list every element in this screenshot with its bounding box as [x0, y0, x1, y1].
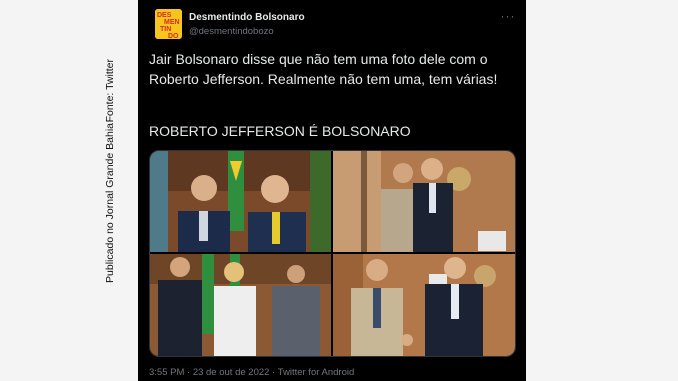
- photo-3[interactable]: [150, 254, 331, 356]
- more-options-icon[interactable]: ···: [500, 10, 516, 24]
- author-name[interactable]: Desmentindo Bolsonaro: [189, 12, 305, 23]
- avatar-text-3: TIN: [160, 26, 171, 33]
- photo-4-image: [333, 254, 515, 356]
- photo-1[interactable]: [150, 151, 331, 252]
- photo-grid[interactable]: [149, 150, 516, 357]
- photo-3-image: [150, 254, 331, 356]
- credit-publisher-line: Publicado no Jornal Grande Bahia: [104, 122, 116, 283]
- photo-4[interactable]: [333, 254, 515, 356]
- tweet-card: DES MEN TIN DO Desmentindo Bolsonaro @de…: [138, 0, 526, 381]
- avatar-text-4: DO: [168, 33, 179, 39]
- right-side-band: [526, 0, 678, 381]
- avatar-text-2: MEN: [164, 19, 180, 26]
- photo-1-image: [150, 151, 331, 252]
- avatar-text-1: DES: [157, 12, 172, 19]
- credit-source-line: Fonte: Twitter: [104, 59, 116, 123]
- tweet-headline: ROBERTO JEFFERSON É BOLSONARO: [149, 123, 411, 139]
- author-handle[interactable]: @desmentindobozo: [189, 26, 274, 37]
- source-credit: Fonte: Twitter Publicado no Jornal Grand…: [104, 59, 134, 282]
- photo-2[interactable]: [333, 151, 515, 252]
- tweet-text: Jair Bolsonaro disse que não tem uma fot…: [149, 51, 498, 87]
- avatar-logo-graphic: DES MEN TIN DO: [155, 9, 182, 39]
- photo-2-image: [333, 151, 515, 252]
- tweet-timestamp[interactable]: 3:55 PM · 23 de out de 2022 · Twitter fo…: [149, 367, 354, 378]
- logo-avatar-icon[interactable]: DES MEN TIN DO: [155, 9, 182, 39]
